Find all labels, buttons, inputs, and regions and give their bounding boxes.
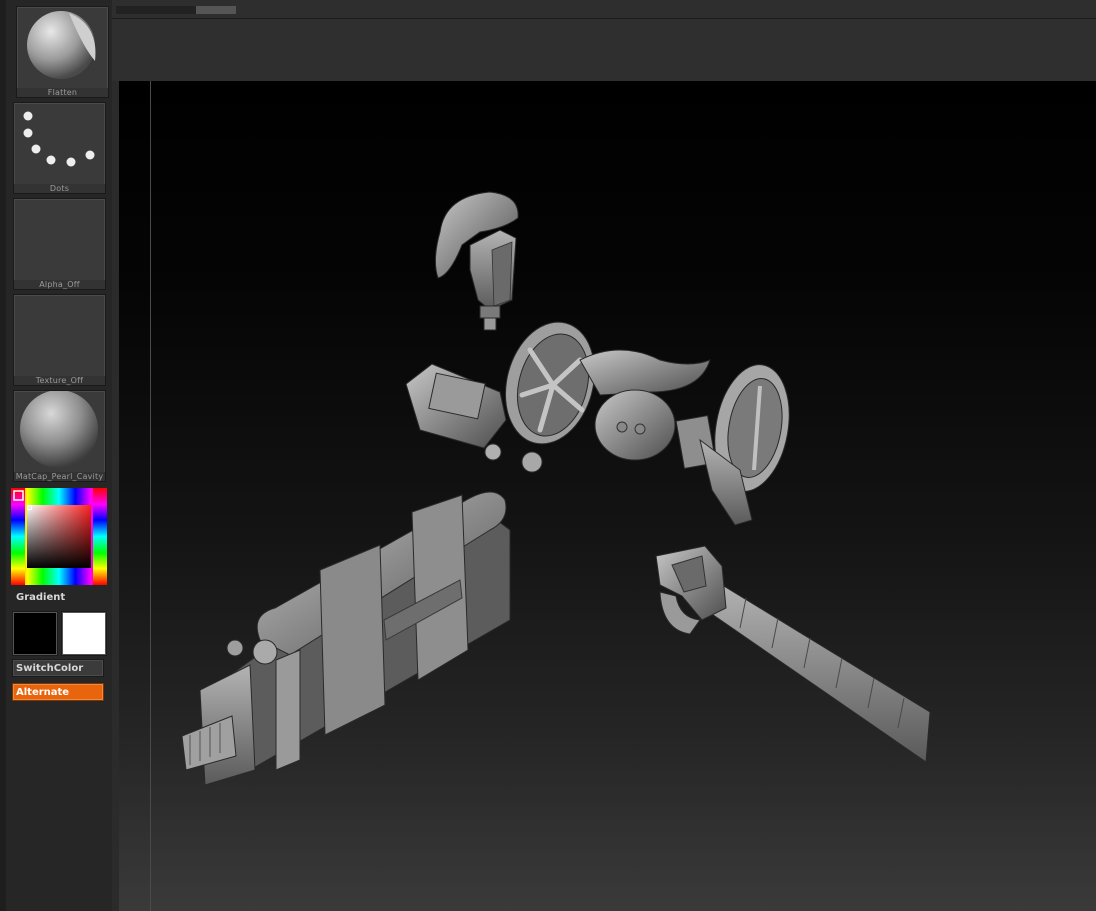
model-viewport: [181, 191, 931, 786]
texture-tile[interactable]: Texture_Off: [13, 294, 106, 386]
material-label: MatCap_Pearl_Cavity: [14, 472, 105, 481]
brush-tile[interactable]: Flatten: [16, 6, 109, 98]
active-tab[interactable]: [196, 6, 236, 14]
switch-color-button[interactable]: SwitchColor: [12, 659, 104, 677]
material-tile[interactable]: MatCap_Pearl_Cavity: [13, 390, 106, 482]
flatten-brush-icon: [27, 11, 96, 79]
texture-label: Texture_Off: [14, 376, 105, 385]
top-tool-shelf: [112, 19, 1096, 81]
alpha-label: Alpha_Off: [14, 280, 105, 289]
brush-label: Flatten: [17, 88, 108, 97]
tab-strip[interactable]: [116, 6, 236, 14]
blade-hilt-model: [655, 545, 931, 763]
document-canvas[interactable]: [119, 81, 1096, 911]
left-shelf: Flatten Dots Alpha_Off Texture_Off MatCa…: [0, 0, 112, 911]
main-color-swatch[interactable]: [12, 611, 58, 656]
stroke-label: Dots: [14, 184, 105, 193]
alternate-button[interactable]: Alternate: [12, 683, 104, 701]
gear-mechanism-model: [405, 321, 790, 526]
grip-handle-model: [434, 191, 519, 331]
shelf-edge: [0, 0, 6, 911]
secondary-color-swatch[interactable]: [61, 611, 107, 656]
top-menu-bar: [112, 0, 1096, 19]
gradient-button[interactable]: Gradient: [12, 588, 104, 606]
color-picker-wheel: [11, 488, 107, 585]
stroke-tile[interactable]: Dots: [13, 102, 106, 194]
gas-canister-model: [181, 491, 511, 786]
color-picker[interactable]: [11, 488, 107, 585]
alpha-tile[interactable]: Alpha_Off: [13, 198, 106, 290]
matcap-sphere-icon: [20, 391, 98, 468]
dots-stroke-icon: [23, 111, 95, 167]
